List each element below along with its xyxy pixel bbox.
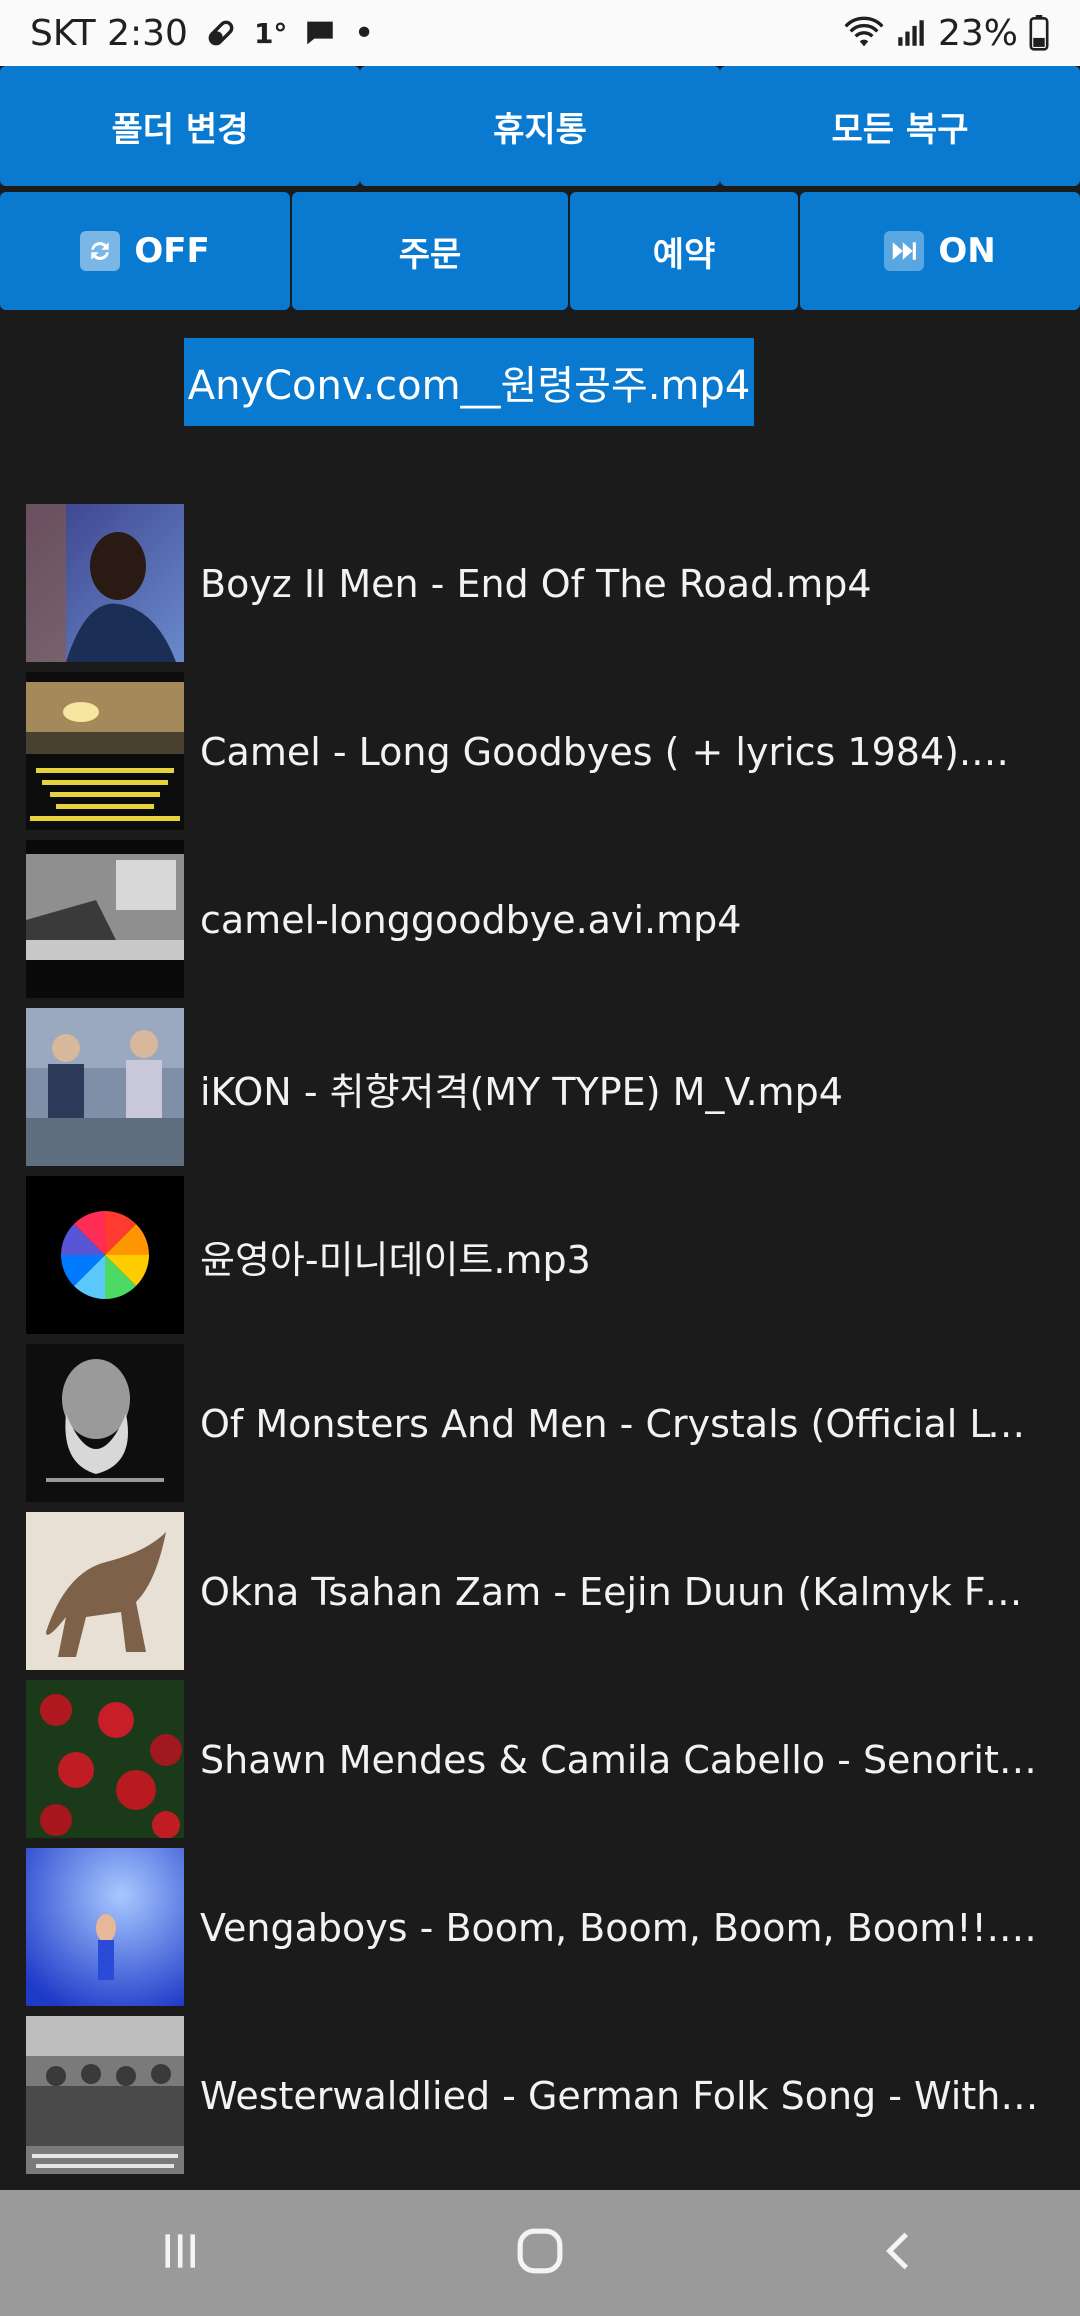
recent-apps-icon (155, 2226, 205, 2280)
wifi-icon (844, 16, 884, 50)
status-left: SKT 2:30 1° • (30, 13, 375, 54)
current-file-name: AnyConv.com__원령공주.mp4 (187, 363, 751, 409)
repeat-icon (80, 231, 121, 271)
list-item[interactable]: Vengaboys - Boom, Boom, Boom, Boom!!.m..… (0, 1844, 1080, 2012)
video-thumbnail (26, 1848, 184, 2006)
notification-dot: • (353, 12, 375, 54)
next-track-icon (884, 231, 925, 271)
restore-all-button[interactable]: 모든 복구 (720, 66, 1080, 186)
current-file-chip[interactable]: AnyConv.com__원령공주.mp4 (184, 338, 754, 426)
autoplay-label: ON (938, 231, 996, 271)
audio-thumbnail (26, 1176, 184, 1334)
battery-percent: 23% (937, 12, 1018, 54)
signal-icon (894, 16, 928, 50)
battery-icon (1028, 15, 1050, 51)
list-item[interactable]: 윤영아-미니데이트.mp3 (0, 1172, 1080, 1340)
restore-all-label: 모든 복구 (831, 109, 969, 150)
recent-apps-button[interactable] (120, 2203, 240, 2303)
list-item[interactable]: Camel - Long Goodbyes ( + lyrics 1984).m… (0, 668, 1080, 836)
message-icon (303, 16, 337, 50)
home-button[interactable] (480, 2203, 600, 2303)
video-thumbnail (26, 504, 184, 662)
list-item[interactable]: iKON - 취향저격(MY TYPE) M_V.mp4 (0, 1004, 1080, 1172)
list-item[interactable]: Shawn Mendes & Camila Cabello - Senorita… (0, 1676, 1080, 1844)
order-button[interactable]: 주문 (292, 192, 568, 310)
temperature: 1° (253, 16, 288, 50)
file-title: 윤영아-미니데이트.mp3 (200, 1237, 591, 1282)
file-title: Vengaboys - Boom, Boom, Boom, Boom!!.m..… (200, 1906, 1040, 1950)
back-icon (875, 2226, 925, 2280)
carrier-time: SKT 2:30 (30, 12, 188, 54)
video-thumbnail (26, 1680, 184, 1838)
file-title: Camel - Long Goodbyes ( + lyrics 1984).m… (200, 730, 1040, 774)
file-title: Okna Tsahan Zam - Eejin Duun (Kalmyk Fol… (200, 1570, 1040, 1614)
video-thumbnail (26, 1008, 184, 1166)
status-bar: SKT 2:30 1° • 23% (0, 0, 1080, 66)
video-thumbnail (26, 1512, 184, 1670)
file-title: Westerwaldlied - German Folk Song - With… (200, 2074, 1040, 2118)
navigation-bar (0, 2190, 1080, 2316)
file-title: camel-longgoodbye.avi.mp4 (200, 898, 742, 942)
order-label: 주문 (398, 234, 462, 275)
pill-icon (204, 16, 238, 50)
back-button[interactable] (840, 2203, 960, 2303)
reserve-label: 예약 (652, 234, 716, 275)
list-item[interactable]: camel-longgoodbye.avi.mp4 (0, 836, 1080, 1004)
file-title: iKON - 취향저격(MY TYPE) M_V.mp4 (200, 1069, 843, 1114)
trash-button[interactable]: 휴지통 (360, 66, 720, 186)
video-thumbnail (26, 672, 184, 830)
file-title: Shawn Mendes & Camila Cabello - Senorita… (200, 1738, 1040, 1782)
toolbar: 폴더 변경 휴지통 모든 복구 OFF 주문 예약 ON (0, 66, 1080, 312)
trash-label: 휴지통 (493, 109, 587, 150)
change-folder-button[interactable]: 폴더 변경 (0, 66, 360, 186)
repeat-label: OFF (134, 231, 210, 271)
status-right: 23% (844, 13, 1050, 54)
autoplay-next-button[interactable]: ON (800, 192, 1080, 310)
list-item[interactable]: Boyz II Men - End Of The Road.mp4 (0, 500, 1080, 668)
change-folder-label: 폴더 변경 (111, 109, 249, 150)
file-title: Of Monsters And Men - Crystals (Official… (200, 1402, 1040, 1446)
list-item[interactable]: Okna Tsahan Zam - Eejin Duun (Kalmyk Fol… (0, 1508, 1080, 1676)
video-thumbnail (26, 1344, 184, 1502)
home-icon (512, 2223, 568, 2283)
file-title: Boyz II Men - End Of The Road.mp4 (200, 562, 872, 606)
video-thumbnail (26, 840, 184, 998)
video-thumbnail (26, 2016, 184, 2174)
reserve-button[interactable]: 예약 (570, 192, 798, 310)
repeat-toggle-button[interactable]: OFF (0, 192, 290, 310)
list-item[interactable]: Westerwaldlied - German Folk Song - With… (0, 2012, 1080, 2180)
file-list: Boyz II Men - End Of The Road.mp4 Camel … (0, 500, 1080, 2180)
list-item[interactable]: Of Monsters And Men - Crystals (Official… (0, 1340, 1080, 1508)
